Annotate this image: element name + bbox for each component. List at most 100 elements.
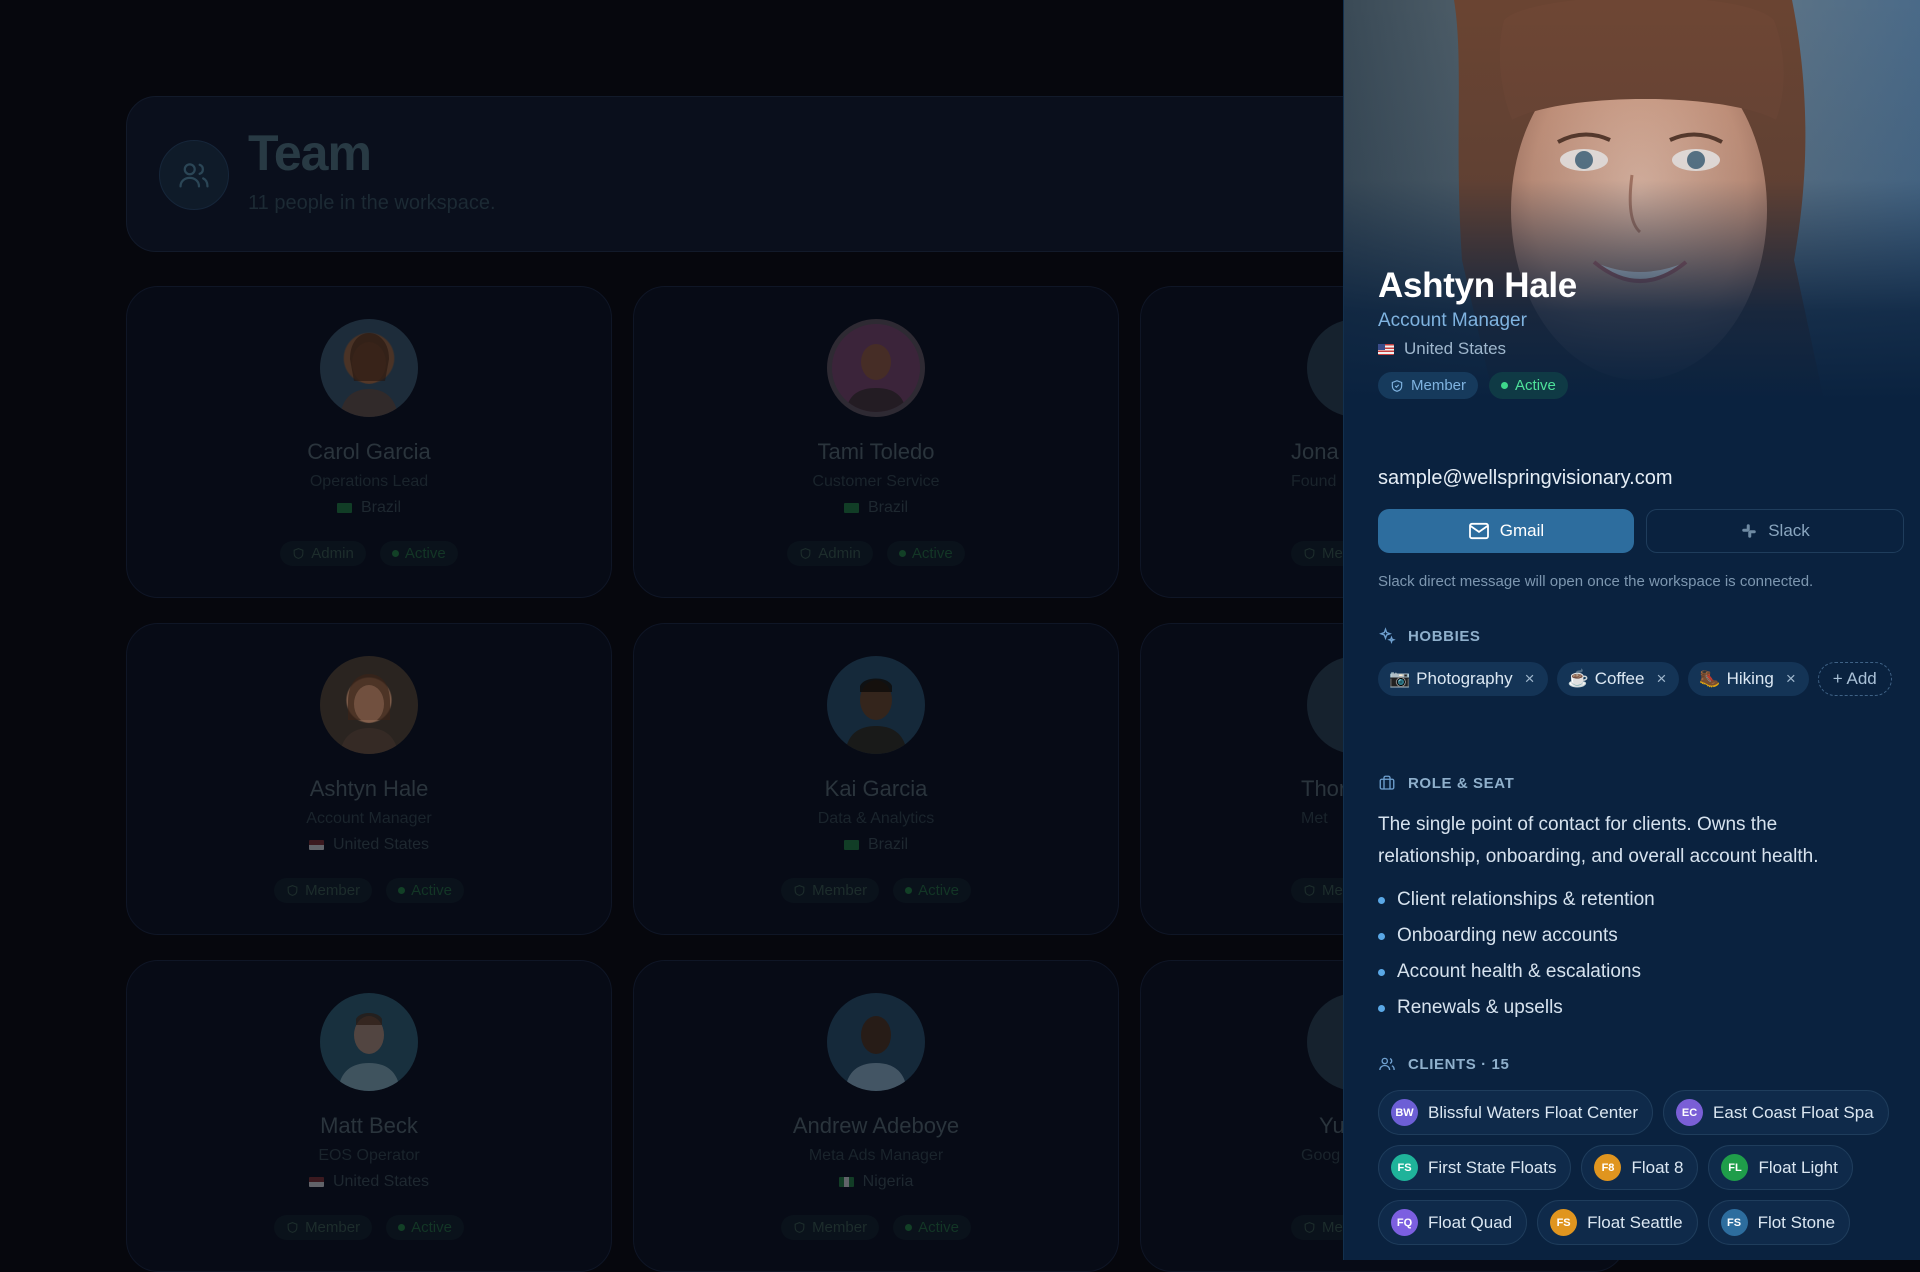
client-name: Flot Stone bbox=[1757, 1212, 1836, 1232]
role-description: The single point of contact for clients.… bbox=[1378, 814, 1819, 867]
badge-label: Member bbox=[812, 882, 868, 899]
list-item: Onboarding new accounts bbox=[1378, 918, 1655, 954]
avatar bbox=[827, 656, 925, 754]
client-name: First State Floats bbox=[1428, 1157, 1557, 1177]
remove-icon[interactable]: × bbox=[1656, 669, 1666, 689]
member-role: Operations Lead bbox=[309, 473, 429, 490]
member-role: Met bbox=[1301, 810, 1328, 827]
client-name: Float Quad bbox=[1428, 1212, 1513, 1232]
member-country: Brazil bbox=[634, 499, 1118, 517]
status-badge: Active bbox=[386, 878, 464, 903]
country-label: United States bbox=[332, 1173, 430, 1190]
member-role: Goog bbox=[1301, 1147, 1341, 1164]
member-role: Found bbox=[1291, 473, 1337, 490]
country-label: United States bbox=[1404, 339, 1507, 358]
status-label: Active bbox=[911, 545, 953, 562]
list-item-label: Renewals & upsells bbox=[1397, 997, 1563, 1018]
member-name: Jona bbox=[1291, 439, 1339, 464]
us-flag-icon bbox=[308, 839, 324, 850]
gmail-button[interactable]: Gmail bbox=[1378, 509, 1634, 553]
country-label: Brazil bbox=[360, 499, 401, 516]
client-chip[interactable]: EC East Coast Float Spa bbox=[1663, 1090, 1889, 1135]
status-label: Active bbox=[1515, 377, 1556, 394]
member-country: United States bbox=[127, 836, 611, 854]
profile-role: Account Manager bbox=[1378, 310, 1527, 331]
role-badge: Member bbox=[274, 878, 373, 903]
member-name: Matt Beck bbox=[320, 1113, 418, 1138]
member-card[interactable]: Ashtyn Hale Account Manager United State… bbox=[126, 623, 612, 935]
client-avatar: EC bbox=[1676, 1099, 1704, 1126]
shield-icon bbox=[1304, 548, 1315, 559]
member-card[interactable]: Andrew Adeboye Meta Ads Manager Nigeria … bbox=[633, 960, 1119, 1272]
remove-icon[interactable]: × bbox=[1525, 669, 1535, 689]
page-subtitle: 11 people in the workspace. bbox=[248, 192, 496, 214]
status-badge: Active bbox=[886, 541, 965, 566]
country-label: Brazil bbox=[867, 836, 908, 853]
team-icon bbox=[159, 140, 229, 210]
member-card[interactable]: Matt Beck EOS Operator United States Mem… bbox=[126, 960, 612, 1272]
profile-email[interactable]: sample@wellspringvisionary.com bbox=[1378, 467, 1672, 490]
hobbies-heading: HOBBIES bbox=[1378, 627, 1481, 645]
hobby-chip[interactable]: 📷 Photography × bbox=[1378, 662, 1548, 696]
list-item: Renewals & upsells bbox=[1378, 990, 1655, 1026]
country-label: United States bbox=[332, 836, 430, 853]
member-card[interactable]: Carol Garcia Operations Lead Brazil Admi… bbox=[126, 286, 612, 598]
bullet-icon bbox=[1378, 968, 1385, 976]
status-label: Active bbox=[918, 1219, 959, 1236]
responsibilities-list: Client relationships & retention Onboard… bbox=[1378, 882, 1655, 1026]
avatar bbox=[827, 319, 925, 417]
hobby-label: Coffee bbox=[1594, 669, 1645, 688]
badge-label: Admin bbox=[818, 545, 861, 562]
status-label: Active bbox=[918, 882, 959, 899]
hobbies-list: 📷 Photography × ☕ Coffee × 🥾 Hiking × + Add bbox=[1378, 662, 1898, 696]
list-item-label: Onboarding new accounts bbox=[1397, 925, 1618, 946]
coffee-icon: ☕ bbox=[1567, 669, 1589, 688]
add-hobby-button[interactable]: + Add bbox=[1817, 662, 1892, 696]
hobby-chip[interactable]: 🥾 Hiking × bbox=[1688, 662, 1809, 696]
client-chip[interactable]: FQ Float Quad bbox=[1378, 1200, 1528, 1245]
client-chip[interactable]: FS First State Floats bbox=[1378, 1145, 1572, 1190]
member-name: Ashtyn Hale bbox=[309, 776, 429, 801]
member-card[interactable]: Kai Garcia Data & Analytics Brazil Membe… bbox=[633, 623, 1119, 935]
slack-button[interactable]: Slack bbox=[1646, 509, 1904, 553]
client-chip[interactable]: FS Float Seattle bbox=[1537, 1200, 1698, 1245]
badge-label: Admin bbox=[311, 545, 354, 562]
brazil-flag-icon bbox=[843, 502, 859, 513]
status-badge: Active bbox=[386, 1215, 464, 1240]
us-flag-icon bbox=[1378, 343, 1394, 355]
client-chip[interactable]: FS Flot Stone bbox=[1707, 1200, 1851, 1245]
shield-icon bbox=[293, 548, 304, 559]
client-chip[interactable]: FL Float Light bbox=[1708, 1145, 1853, 1190]
member-role: Data & Analytics bbox=[817, 810, 935, 827]
hobby-chip[interactable]: ☕ Coffee × bbox=[1556, 662, 1680, 696]
list-item: Client relationships & retention bbox=[1378, 882, 1655, 918]
shield-icon bbox=[1304, 885, 1315, 896]
member-card[interactable]: Tami Toledo Customer Service Brazil Admi… bbox=[633, 286, 1119, 598]
status-label: Active bbox=[404, 545, 446, 562]
client-chip[interactable]: F8 Float 8 bbox=[1581, 1145, 1699, 1190]
brazil-flag-icon bbox=[336, 502, 352, 513]
slack-label: Slack bbox=[1768, 521, 1810, 540]
member-name: Kai Garcia bbox=[824, 776, 928, 801]
role-badge: Admin bbox=[787, 541, 873, 566]
camera-icon: 📷 bbox=[1389, 669, 1411, 688]
profile-drawer: Ashtyn Hale Account Manager United State… bbox=[1343, 0, 1920, 1260]
member-role: EOS Operator bbox=[318, 1147, 420, 1164]
client-name: Float Light bbox=[1758, 1157, 1838, 1177]
client-avatar: FS bbox=[1720, 1209, 1748, 1236]
users-icon bbox=[1379, 1057, 1395, 1071]
member-name: Andrew Adeboye bbox=[792, 1113, 960, 1138]
member-name: Thor bbox=[1301, 776, 1347, 801]
client-avatar: F8 bbox=[1594, 1154, 1622, 1181]
remove-icon[interactable]: × bbox=[1786, 669, 1796, 689]
client-chip[interactable]: BW Blissful Waters Float Center bbox=[1378, 1090, 1654, 1135]
clients-title: CLIENTS · 15 bbox=[1408, 1055, 1510, 1073]
client-avatar: FQ bbox=[1391, 1209, 1418, 1236]
slack-hint: Slack direct message will open once the … bbox=[1378, 573, 1814, 590]
member-role: Customer Service bbox=[812, 473, 940, 490]
member-country: Brazil bbox=[634, 836, 1118, 854]
list-item-label: Account health & escalations bbox=[1397, 961, 1641, 982]
list-item-label: Client relationships & retention bbox=[1397, 889, 1655, 910]
role-badge: Member bbox=[781, 1215, 880, 1240]
country-label: Nigeria bbox=[862, 1173, 914, 1190]
